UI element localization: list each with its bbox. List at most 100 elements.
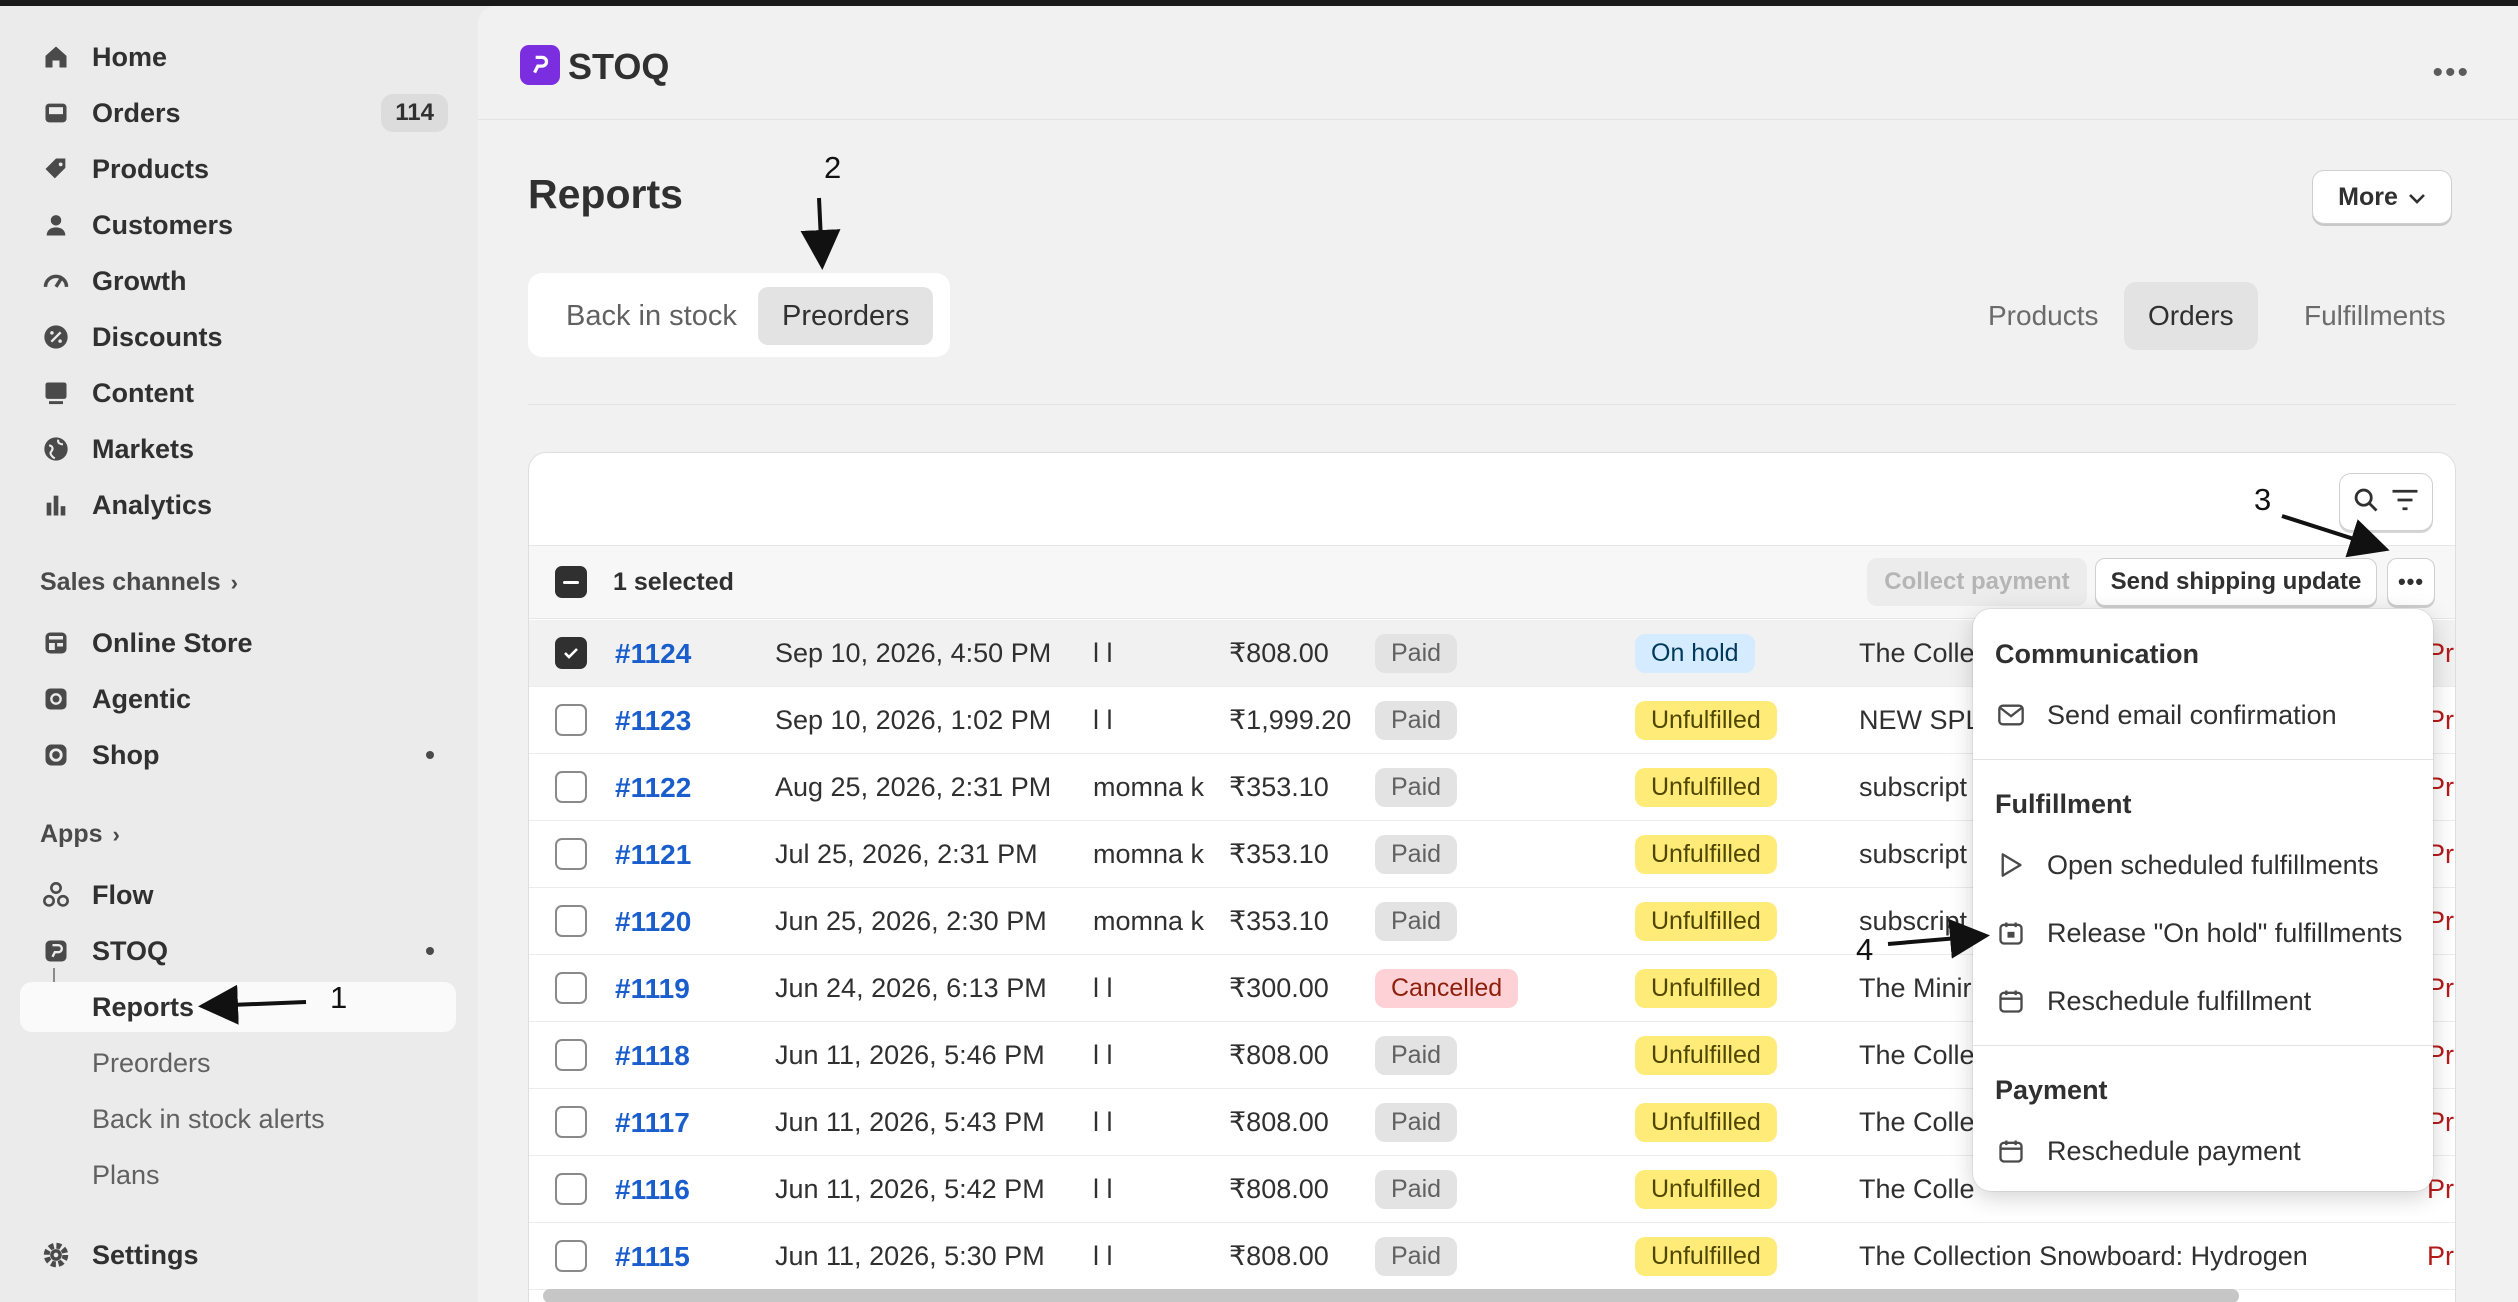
payment-status-badge: Paid <box>1375 835 1458 874</box>
order-date: Jun 11, 2026, 5:46 PM <box>775 1040 1045 1070</box>
discount-icon <box>40 321 72 353</box>
order-customer: l l <box>1093 1107 1113 1137</box>
sidebar-item-customers[interactable]: Customers <box>20 200 456 250</box>
menu-heading-fulfillment: Fulfillment <box>1995 789 2132 819</box>
order-link[interactable]: #1122 <box>615 754 691 821</box>
annotation-label-3: 3 <box>2254 482 2272 517</box>
order-link[interactable]: #1115 <box>615 1223 690 1290</box>
order-date: Jun 11, 2026, 5:42 PM <box>775 1174 1045 1204</box>
order-link[interactable]: #1123 <box>615 687 691 754</box>
menu-heading-communication: Communication <box>1995 639 2200 669</box>
tab-orders[interactable]: Orders <box>2124 282 2258 350</box>
sidebar-item-shop[interactable]: Shop <box>20 730 456 780</box>
chevron-right-icon: › <box>230 569 238 595</box>
row-checkbox[interactable] <box>555 972 587 1004</box>
menu-item-reschedule-fulfillment[interactable]: Reschedule fulfillment <box>1995 975 2311 1027</box>
menu-divider <box>1973 759 2433 760</box>
row-checkbox[interactable] <box>555 1240 587 1272</box>
row-checkbox[interactable] <box>555 704 587 736</box>
menu-item-send-email-confirmation[interactable]: Send email confirmation <box>1995 689 2337 741</box>
order-link[interactable]: #1120 <box>615 888 691 955</box>
sidebar-item-agentic[interactable]: Agentic <box>20 674 456 724</box>
send-shipping-update-button[interactable]: Send shipping update <box>2095 558 2377 606</box>
search-icon <box>2352 486 2380 519</box>
row-checkbox[interactable] <box>555 1173 587 1205</box>
menu-item-open-scheduled-fulfillments[interactable]: Open scheduled fulfillments <box>1995 839 2379 891</box>
select-all-checkbox[interactable] <box>555 566 587 598</box>
envelope-icon <box>1995 699 2027 731</box>
more-actions-button[interactable]: ••• <box>2387 558 2435 606</box>
menu-item-reschedule-payment[interactable]: Reschedule payment <box>1995 1125 2301 1177</box>
sidebar-item-orders[interactable]: Orders 114 <box>20 88 456 138</box>
sidebar-subitem-preorders[interactable]: Preorders <box>20 1038 456 1088</box>
sidebar-item-markets[interactable]: Markets <box>20 424 456 474</box>
sidebar-item-growth[interactable]: Growth <box>20 256 456 306</box>
table-row[interactable]: #1115 Jun 11, 2026, 5:30 PM l l ₹808.00 Paid… <box>529 1223 2455 1290</box>
fulfillment-status-badge: Unfulfilled <box>1635 768 1777 807</box>
order-link[interactable]: #1116 <box>615 1156 690 1223</box>
search-filter-button[interactable] <box>2339 473 2433 531</box>
horizontal-scrollbar[interactable] <box>543 1289 2239 1302</box>
sidebar-item-label: STOQ <box>92 935 169 966</box>
order-customer: l l <box>1093 1174 1113 1204</box>
sidebar-subitem-plans[interactable]: Plans <box>20 1150 456 1200</box>
order-customer: l l <box>1093 638 1113 668</box>
fulfillment-status-badge: Unfulfilled <box>1635 1237 1777 1276</box>
sidebar-item-flow[interactable]: Flow <box>20 870 456 920</box>
order-total: ₹808.00 <box>1229 1107 1329 1137</box>
menu-item-release-on-hold-fulfillments[interactable]: Release "On hold" fulfillments <box>1995 907 2402 959</box>
sidebar-item-label: Discounts <box>92 321 223 352</box>
order-link[interactable]: #1117 <box>615 1089 690 1156</box>
order-total: ₹808.00 <box>1229 638 1329 668</box>
row-checkbox[interactable] <box>555 838 587 870</box>
order-link[interactable]: #1118 <box>615 1022 690 1089</box>
collect-payment-button[interactable]: Collect payment <box>1867 558 2087 606</box>
menu-divider <box>1973 1045 2433 1046</box>
tab-products[interactable]: Products <box>1964 282 2123 350</box>
sidebar-item-label: Agentic <box>92 683 192 714</box>
apps-heading[interactable]: Apps › <box>40 820 120 849</box>
sidebar-item-label: Shop <box>92 739 160 770</box>
tab-preorders[interactable]: Preorders <box>758 287 934 345</box>
row-checkbox[interactable] <box>555 1039 587 1071</box>
sales-channels-heading[interactable]: Sales channels › <box>40 568 238 597</box>
flow-icon <box>40 879 72 911</box>
sidebar-subitem-reports[interactable]: Reports <box>20 982 456 1032</box>
sidebar-item-home[interactable]: Home <box>20 32 456 82</box>
sidebar-item-products[interactable]: Products <box>20 144 456 194</box>
content-icon <box>40 377 72 409</box>
fulfillment-status-badge: Unfulfilled <box>1635 1036 1777 1075</box>
row-checkbox[interactable] <box>555 637 587 669</box>
sidebar-item-online-store[interactable]: Online Store <box>20 618 456 668</box>
tag-icon <box>40 153 72 185</box>
sidebar-subitem-back-in-stock-alerts[interactable]: Back in stock alerts <box>20 1094 456 1144</box>
order-date: Jul 25, 2026, 2:31 PM <box>775 839 1038 869</box>
row-checkbox[interactable] <box>555 771 587 803</box>
payment-status-badge: Cancelled <box>1375 969 1519 1008</box>
row-checkbox[interactable] <box>555 905 587 937</box>
order-link[interactable]: #1119 <box>615 955 690 1022</box>
order-customer: l l <box>1093 705 1113 735</box>
home-icon <box>40 41 72 73</box>
payment-status-badge: Paid <box>1375 1036 1458 1075</box>
row-checkbox[interactable] <box>555 1106 587 1138</box>
order-link[interactable]: #1124 <box>615 620 691 687</box>
sidebar-item-content[interactable]: Content <box>20 368 456 418</box>
fulfillment-status-badge: Unfulfilled <box>1635 969 1777 1008</box>
order-link[interactable]: #1121 <box>615 821 691 888</box>
app-topbar: STOQ ••• <box>478 6 2518 120</box>
more-actions-icon[interactable]: ••• <box>2432 56 2470 90</box>
sidebar-item-settings[interactable]: Settings <box>20 1230 456 1280</box>
order-total: ₹808.00 <box>1229 1174 1329 1204</box>
tab-fulfillments[interactable]: Fulfillments <box>2280 282 2470 350</box>
order-date: Sep 10, 2026, 1:02 PM <box>775 705 1052 735</box>
sidebar-item-label: Analytics <box>92 489 213 520</box>
fulfillment-status-badge: Unfulfilled <box>1635 1103 1777 1142</box>
sidebar-item-label: Orders <box>92 97 181 128</box>
more-button[interactable]: More <box>2312 170 2452 224</box>
sidebar-item-stoq[interactable]: STOQ <box>20 926 456 976</box>
chevron-down-icon <box>2408 183 2426 212</box>
sidebar-item-discounts[interactable]: Discounts <box>20 312 456 362</box>
sidebar-item-analytics[interactable]: Analytics <box>20 480 456 530</box>
tab-back-in-stock[interactable]: Back in stock <box>542 287 761 345</box>
